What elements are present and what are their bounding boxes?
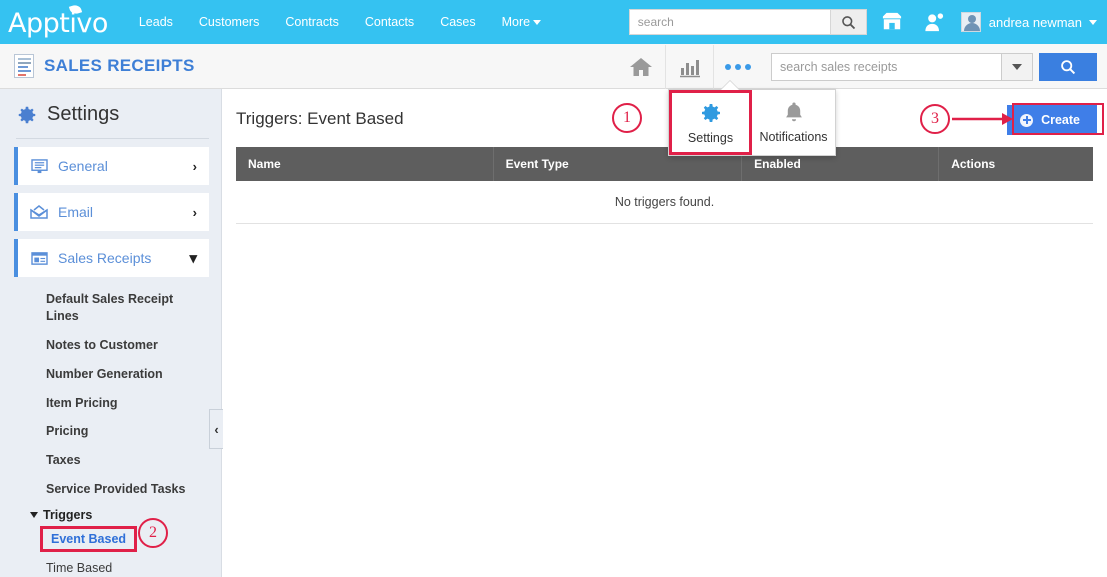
table-head: Name Event Type Enabled Actions xyxy=(236,147,1093,181)
sidebar-event-based[interactable]: Event Based xyxy=(40,526,138,552)
app-search-field xyxy=(771,52,1001,81)
sidebar-item-email-label: Email xyxy=(58,204,94,220)
more-options-popup: Settings Notifications xyxy=(668,89,836,156)
app-search xyxy=(771,52,1097,81)
app-search-button[interactable] xyxy=(1039,52,1097,81)
table-body: No triggers found. xyxy=(236,181,1093,224)
sidebar-heading: Settings xyxy=(0,89,221,138)
global-search-input[interactable] xyxy=(629,10,830,34)
main-content: Triggers: Event Based Create Name Event … xyxy=(222,89,1107,577)
people-icon xyxy=(925,13,943,32)
avatar xyxy=(960,12,981,32)
nav-item-more[interactable]: More xyxy=(489,0,554,44)
chevron-right-icon: › xyxy=(192,158,197,174)
envelope-icon xyxy=(30,205,48,219)
divider xyxy=(16,138,209,139)
global-header-right: andrea newman xyxy=(628,0,1107,44)
chevron-right-icon: › xyxy=(192,204,197,220)
annotation-marker-1: 1 xyxy=(612,103,642,133)
sidebar-item-general[interactable]: General › xyxy=(14,147,209,185)
sidebar-subitem-notes-to-customer[interactable]: Notes to Customer xyxy=(0,331,221,360)
chevron-down-icon xyxy=(1012,63,1022,70)
create-button-label: Create xyxy=(1041,113,1080,127)
store-button[interactable] xyxy=(875,5,909,39)
sidebar-subitem-default-lines[interactable]: Default Sales Receipt Lines xyxy=(0,285,221,331)
reports-chart-icon xyxy=(679,59,700,77)
popup-item-settings[interactable]: Settings xyxy=(669,90,752,155)
table-header-row: Name Event Type Enabled Actions xyxy=(236,147,1093,181)
page-body: Settings General › Email › Sales Receipt… xyxy=(0,89,1107,577)
app-search-dropdown[interactable] xyxy=(1001,52,1033,81)
nav-item-contacts[interactable]: Contacts xyxy=(352,0,427,44)
user-name: andrea newman xyxy=(988,14,1082,30)
app-header: SALES RECEIPTS xyxy=(0,44,1107,89)
sidebar-item-general-label: General xyxy=(58,158,108,174)
table-empty-row: No triggers found. xyxy=(236,181,1093,224)
annotation-marker-3: 3 xyxy=(920,104,950,134)
sidebar-subitem-taxes[interactable]: Taxes xyxy=(0,446,221,475)
nav-item-more-label: More xyxy=(501,15,531,29)
annotation-marker-2: 2 xyxy=(138,518,168,548)
nav-item-cases[interactable]: Cases xyxy=(427,0,488,44)
app-search-input[interactable] xyxy=(772,59,1001,74)
chevron-down-icon xyxy=(533,20,542,26)
more-dots-icon xyxy=(724,63,751,70)
create-button[interactable]: Create xyxy=(1007,105,1097,135)
sidebar-item-sales-receipts[interactable]: Sales Receipts ▾ xyxy=(14,239,209,277)
nav-item-contracts[interactable]: Contracts xyxy=(272,0,352,44)
plus-icon xyxy=(1020,113,1034,127)
home-icon xyxy=(630,57,652,76)
bell-icon xyxy=(785,102,802,122)
user-menu[interactable]: andrea newman xyxy=(960,12,1097,32)
column-header-name[interactable]: Name xyxy=(236,147,494,181)
chevron-down-icon: ▾ xyxy=(189,250,197,267)
sidebar-subitem-service-provided-tasks[interactable]: Service Provided Tasks xyxy=(0,475,221,504)
column-header-actions[interactable]: Actions xyxy=(938,147,1093,181)
app-root: Apptivo Leads Customers Contracts Contac… xyxy=(0,0,1107,577)
nav-item-leads[interactable]: Leads xyxy=(126,0,186,44)
search-icon xyxy=(1061,59,1076,74)
chevron-down-icon xyxy=(30,512,38,518)
sidebar-group-triggers[interactable]: Triggers xyxy=(0,504,221,526)
triggers-table: Name Event Type Enabled Actions No trigg… xyxy=(236,147,1093,224)
global-header: Apptivo Leads Customers Contracts Contac… xyxy=(0,0,1107,44)
home-button[interactable] xyxy=(617,45,665,89)
sidebar-subitem-item-pricing[interactable]: Item Pricing xyxy=(0,389,221,418)
people-button[interactable] xyxy=(917,5,951,39)
sidebar-collapse-handle[interactable]: ‹ xyxy=(209,409,223,449)
annotation-arrow-create xyxy=(952,113,1013,125)
global-search-button[interactable] xyxy=(829,10,866,34)
sidebar-group-triggers-label: Triggers xyxy=(43,508,93,522)
sidebar-subitem-number-generation[interactable]: Number Generation xyxy=(0,360,221,389)
monitor-icon xyxy=(30,158,48,174)
sales-receipt-icon xyxy=(14,54,34,78)
reports-button[interactable] xyxy=(665,44,713,89)
app-identity: SALES RECEIPTS xyxy=(14,54,195,78)
window-icon xyxy=(30,251,48,266)
triggers-table-wrap: Name Event Type Enabled Actions No trigg… xyxy=(236,147,1093,224)
logo-text: Apptivo xyxy=(8,7,108,39)
sidebar-heading-label: Settings xyxy=(47,103,120,125)
chevron-down-icon xyxy=(1089,19,1097,25)
popup-item-notifications-label: Notifications xyxy=(759,130,828,144)
popup-item-settings-label: Settings xyxy=(687,130,734,145)
popup-item-notifications[interactable]: Notifications xyxy=(752,90,835,155)
page-title: SALES RECEIPTS xyxy=(44,56,195,75)
sidebar-time-based[interactable]: Time Based xyxy=(0,556,221,577)
apptivo-logo[interactable]: Apptivo xyxy=(8,3,108,39)
store-icon xyxy=(882,12,901,30)
sidebar-item-email[interactable]: Email › xyxy=(14,193,209,231)
global-search xyxy=(628,9,867,35)
global-nav: Leads Customers Contracts Contacts Cases… xyxy=(126,0,554,44)
sidebar-item-sales-receipts-label: Sales Receipts xyxy=(58,250,152,266)
settings-sidebar: Settings General › Email › Sales Receipt… xyxy=(0,89,222,577)
sidebar-subitem-pricing[interactable]: Pricing xyxy=(0,417,221,446)
search-icon xyxy=(841,15,855,29)
gear-icon xyxy=(18,106,36,123)
nav-item-customers[interactable]: Customers xyxy=(186,0,272,44)
gear-icon xyxy=(701,103,720,122)
app-header-tools xyxy=(617,44,1097,89)
table-empty-message: No triggers found. xyxy=(236,181,1093,224)
